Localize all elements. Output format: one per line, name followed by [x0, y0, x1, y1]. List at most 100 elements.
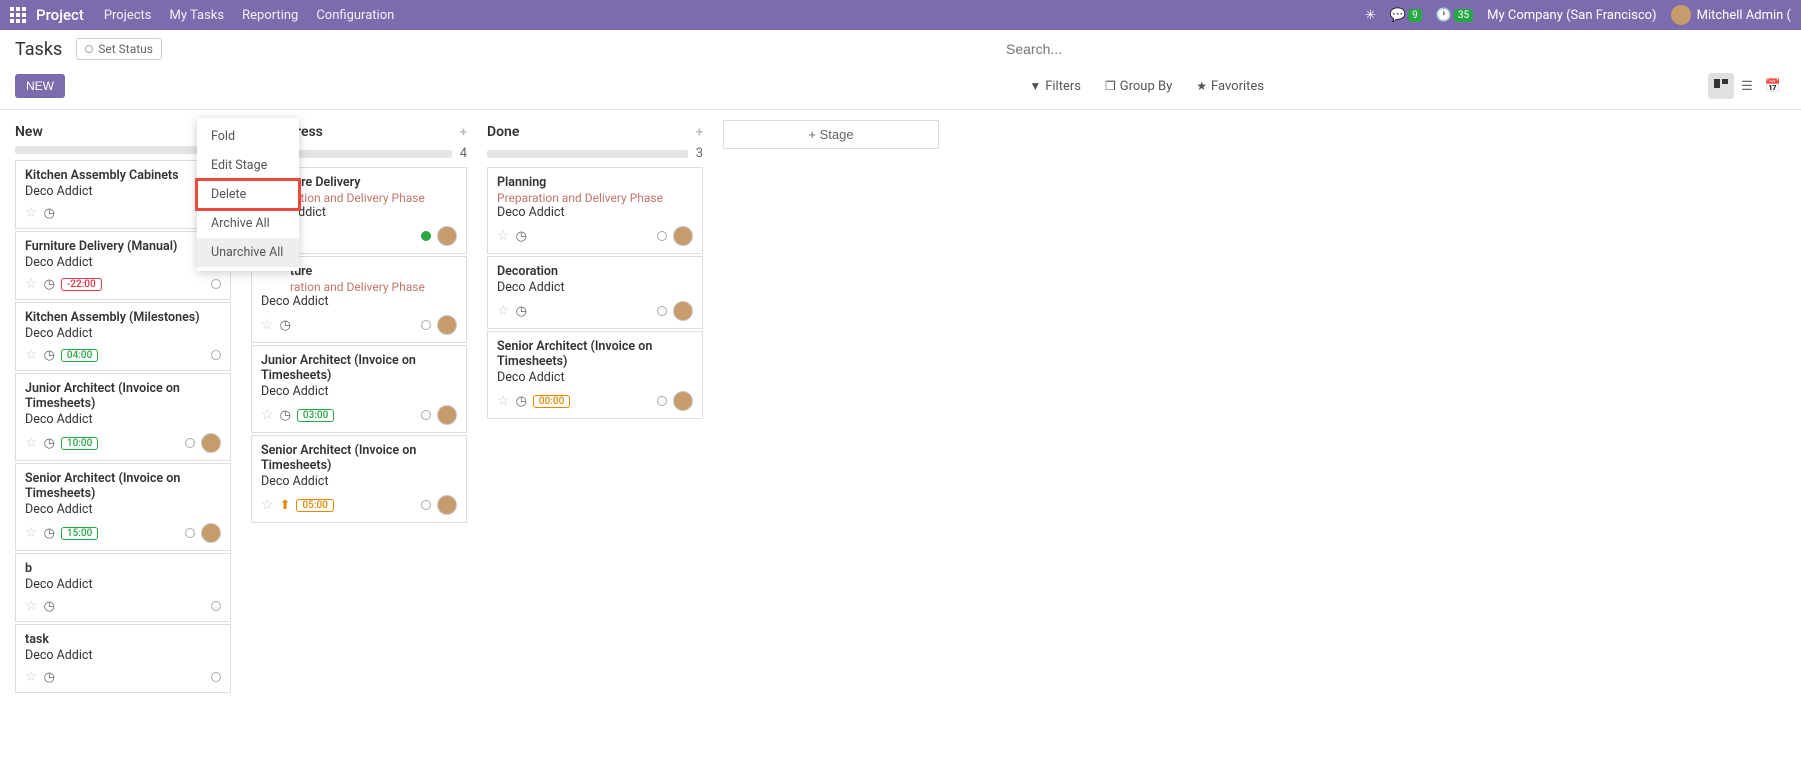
- assignee-avatar[interactable]: [673, 301, 693, 321]
- brand[interactable]: Project: [36, 6, 84, 24]
- clock-icon[interactable]: ◷: [516, 394, 527, 409]
- state-toggle[interactable]: [211, 672, 221, 682]
- kanban-view-button[interactable]: [1708, 73, 1734, 99]
- state-toggle[interactable]: [185, 528, 195, 538]
- star-icon[interactable]: ☆: [25, 347, 38, 363]
- state-toggle[interactable]: [421, 320, 431, 330]
- clock-icon[interactable]: ◷: [280, 408, 291, 423]
- clock-icon[interactable]: ◷: [516, 229, 527, 244]
- activity-icon[interactable]: 🕐35: [1436, 8, 1473, 23]
- clock-icon[interactable]: ◷: [280, 318, 291, 333]
- clock-icon[interactable]: ◷: [44, 206, 55, 221]
- task-card[interactable]: b Deco Addict ☆◷: [15, 553, 231, 622]
- menu-delete[interactable]: Delete: [197, 180, 299, 209]
- task-card[interactable]: task Deco Addict ☆◷: [15, 624, 231, 693]
- topbar: Project Projects My Tasks Reporting Conf…: [0, 0, 1801, 30]
- task-card[interactable]: Decoration Deco Addict ☆◷: [487, 256, 703, 329]
- card-title: Furniture Delivery (Manual): [25, 239, 221, 254]
- menu-unarchive-all[interactable]: Unarchive All: [197, 238, 299, 267]
- clock-icon[interactable]: ◷: [44, 670, 55, 685]
- nav-configuration[interactable]: Configuration: [316, 8, 394, 23]
- assignee-avatar[interactable]: [437, 315, 457, 335]
- state-toggle[interactable]: [211, 350, 221, 360]
- assignee-avatar[interactable]: [437, 226, 457, 246]
- star-icon[interactable]: ☆: [497, 303, 510, 319]
- card-title: Kitchen Assembly (Milestones): [25, 310, 221, 325]
- card-title: Senior Architect (Invoice on Timesheets): [261, 443, 457, 473]
- task-card[interactable]: Senior Architect (Invoice on Timesheets)…: [251, 435, 467, 523]
- upload-icon[interactable]: ⬆: [280, 498, 291, 513]
- star-icon[interactable]: ☆: [497, 393, 510, 409]
- state-toggle[interactable]: [657, 306, 667, 316]
- search-input[interactable]: [1006, 41, 1486, 57]
- clock-icon[interactable]: ◷: [44, 348, 55, 363]
- favorites-dropdown[interactable]: ★Favorites: [1196, 79, 1264, 94]
- menu-archive-all[interactable]: Archive All: [197, 209, 299, 238]
- assignee-avatar[interactable]: [201, 523, 221, 543]
- company-switcher[interactable]: My Company (San Francisco): [1487, 8, 1656, 23]
- star-icon[interactable]: ☆: [261, 497, 274, 513]
- clock-icon[interactable]: ◷: [44, 599, 55, 614]
- card-customer: Deco Addict: [25, 184, 221, 199]
- chat-badge: 9: [1408, 9, 1422, 22]
- clock-icon[interactable]: ◷: [516, 304, 527, 319]
- star-icon[interactable]: ☆: [25, 276, 38, 292]
- nav-projects[interactable]: Projects: [104, 8, 152, 23]
- task-card[interactable]: Planning Preparation and Delivery Phase …: [487, 167, 703, 254]
- search-box[interactable]: [1006, 41, 1486, 58]
- state-toggle[interactable]: [657, 231, 667, 241]
- star-icon[interactable]: ☆: [497, 228, 510, 244]
- state-toggle[interactable]: [211, 601, 221, 611]
- column-new: New ⚙ + Fold Edit Stage Delete Archive A…: [15, 120, 231, 695]
- star-icon[interactable]: ☆: [25, 525, 38, 541]
- user-menu[interactable]: Mitchell Admin (: [1671, 5, 1791, 25]
- clock-icon[interactable]: ◷: [44, 277, 55, 292]
- add-stage-button[interactable]: + Stage: [723, 120, 939, 149]
- card-title: ture Delivery: [290, 175, 457, 190]
- calendar-view-button[interactable]: 📅: [1760, 73, 1786, 99]
- filters-dropdown[interactable]: ▼Filters: [1029, 79, 1081, 94]
- star-icon[interactable]: ☆: [25, 205, 38, 221]
- state-toggle[interactable]: [421, 500, 431, 510]
- apps-icon[interactable]: [10, 7, 26, 23]
- group-by-dropdown[interactable]: ❒Group By: [1105, 79, 1172, 94]
- menu-edit-stage[interactable]: Edit Stage: [197, 151, 299, 180]
- state-toggle[interactable]: [185, 438, 195, 448]
- star-icon[interactable]: ☆: [261, 317, 274, 333]
- assignee-avatar[interactable]: [673, 226, 693, 246]
- task-card[interactable]: Senior Architect (Invoice on Timesheets)…: [15, 463, 231, 551]
- star-icon[interactable]: ☆: [25, 598, 38, 614]
- new-button[interactable]: NEW: [15, 74, 65, 98]
- assignee-avatar[interactable]: [201, 433, 221, 453]
- column-add-icon[interactable]: +: [696, 125, 703, 140]
- state-toggle[interactable]: [657, 396, 667, 406]
- assignee-avatar[interactable]: [437, 405, 457, 425]
- list-view-button[interactable]: ☰: [1734, 73, 1760, 99]
- task-card[interactable]: Senior Architect (Invoice on Timesheets)…: [487, 331, 703, 419]
- menu-fold[interactable]: Fold: [197, 122, 299, 151]
- card-phase: ration and Delivery Phase: [290, 191, 457, 205]
- task-card[interactable]: Kitchen Assembly (Milestones) Deco Addic…: [15, 302, 231, 371]
- clock-icon[interactable]: ◷: [44, 526, 55, 541]
- state-toggle[interactable]: [211, 279, 221, 289]
- state-toggle[interactable]: [421, 231, 431, 241]
- chat-icon[interactable]: 💬9: [1390, 8, 1422, 23]
- task-card[interactable]: Junior Architect (Invoice on Timesheets)…: [251, 345, 467, 433]
- task-card[interactable]: Junior Architect (Invoice on Timesheets)…: [15, 373, 231, 461]
- assignee-avatar[interactable]: [673, 391, 693, 411]
- toolbar-breadcrumb-row: Tasks Set Status: [0, 30, 1801, 68]
- assignee-avatar[interactable]: [437, 495, 457, 515]
- star-icon[interactable]: ☆: [261, 407, 274, 423]
- column-add-icon[interactable]: +: [460, 125, 467, 140]
- nav-my-tasks[interactable]: My Tasks: [170, 8, 225, 23]
- bug-icon[interactable]: ✳: [1365, 8, 1376, 23]
- clock-icon[interactable]: ◷: [44, 436, 55, 451]
- set-status-button[interactable]: Set Status: [76, 38, 162, 60]
- card-customer: Deco Addict: [261, 474, 457, 489]
- star-icon[interactable]: ☆: [25, 435, 38, 451]
- star-icon[interactable]: ☆: [25, 669, 38, 685]
- nav-reporting[interactable]: Reporting: [242, 8, 298, 23]
- activity-badge: 35: [1454, 9, 1473, 22]
- state-toggle[interactable]: [421, 410, 431, 420]
- column-title: New: [15, 124, 196, 140]
